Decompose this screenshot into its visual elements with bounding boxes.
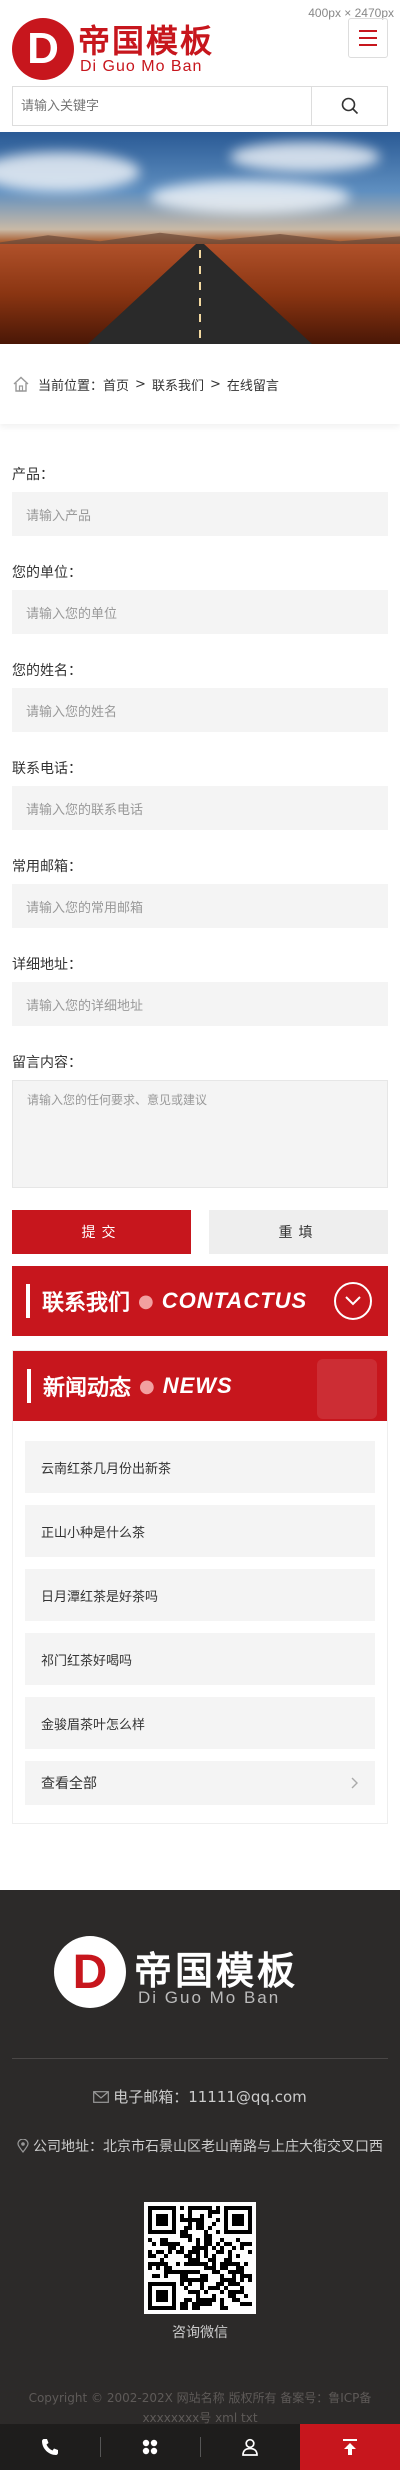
search-input[interactable]	[13, 87, 311, 125]
company-label: 您的单位：	[12, 565, 82, 581]
footer: D 帝国模板 Di Guo Mo Ban 电子邮箱：11111@qq.com 公…	[0, 1890, 400, 2444]
news-section-header: 新闻动态 ● NEWS	[13, 1351, 387, 1421]
qr-code-icon	[148, 2206, 252, 2310]
road-line	[199, 250, 201, 344]
chevron-down-icon	[345, 1296, 361, 1306]
news-item[interactable]: 云南红茶几月份出新茶	[25, 1441, 375, 1493]
cloud-shape	[0, 152, 140, 192]
tab-user[interactable]	[200, 2424, 300, 2470]
home-icon	[13, 376, 29, 392]
breadcrumb-separator: >	[135, 376, 146, 392]
cloud-shape	[150, 180, 350, 214]
menu-bar-icon	[359, 30, 377, 32]
menu-button[interactable]	[348, 18, 388, 58]
newspaper-icon	[317, 1359, 377, 1419]
search-icon	[341, 97, 358, 115]
back-to-top-button[interactable]	[300, 2424, 400, 2470]
copyright: Copyright © 2002-202X 网站名称 版权所有 备案号：鲁ICP…	[28, 2391, 372, 2425]
email-label: 常用邮箱：	[12, 859, 82, 875]
view-all-label: 查看全部	[41, 1776, 97, 1792]
banner-image	[0, 132, 400, 344]
news-item[interactable]: 金骏眉茶叶怎么样	[25, 1697, 375, 1749]
breadcrumb-home[interactable]: 首页	[103, 375, 129, 394]
location-icon	[17, 2138, 29, 2153]
title-dot: ●	[139, 1375, 155, 1397]
tab-phone[interactable]	[0, 2424, 100, 2470]
view-all-link[interactable]: 查看全部	[25, 1761, 375, 1805]
form-buttons: 提交 重填	[12, 1210, 388, 1254]
search-button[interactable]	[311, 87, 387, 125]
logo-letter: D	[27, 24, 59, 73]
arrow-up-icon	[343, 2439, 357, 2455]
wechat-qr-code	[144, 2202, 256, 2314]
chevron-right-icon	[351, 1777, 358, 1789]
logo-icon[interactable]: D	[12, 18, 74, 80]
product-input[interactable]: 请输入产品	[12, 492, 388, 536]
phone-icon	[42, 2439, 58, 2455]
breadcrumb-contact[interactable]: 联系我们	[152, 375, 204, 394]
logo-subtitle: Di Guo Mo Ban	[80, 58, 203, 75]
tab-categories[interactable]	[100, 2424, 200, 2470]
address-input[interactable]: 请输入您的详细地址	[12, 982, 388, 1026]
bar-marker	[26, 1284, 30, 1318]
footer-address: 公司地址：北京市石景山区老山南路与上庄大街交叉口西	[12, 2136, 388, 2158]
menu-bar-icon	[359, 37, 377, 39]
email-input[interactable]: 请输入您的常用邮箱	[12, 884, 388, 928]
news-title-en: NEWS	[162, 1373, 233, 1398]
breadcrumb-separator: >	[209, 376, 221, 392]
name-label: 您的姓名：	[12, 663, 82, 679]
footer-logo-icon: D	[54, 1936, 126, 2008]
submit-button[interactable]: 提交	[12, 1210, 191, 1254]
news-list: 云南红茶几月份出新茶 正山小种是什么茶 日月潭红茶是好茶吗 祁门红茶好喝吗 金骏…	[13, 1421, 387, 1823]
message-textarea[interactable]: 请输入您的任何要求、意见或建议	[12, 1080, 388, 1188]
footer-email: 电子邮箱：11111@qq.com	[0, 2086, 400, 2107]
address-label: 详细地址：	[12, 957, 82, 973]
news-section: 新闻动态 ● NEWS 云南红茶几月份出新茶 正山小种是什么茶 日月潭红茶是好茶…	[12, 1350, 388, 1824]
footer-logo-title: 帝国模板	[134, 1949, 299, 1993]
contact-title-cn: 联系我们	[42, 1291, 131, 1316]
news-item[interactable]: 正山小种是什么茶	[25, 1505, 375, 1557]
news-title-cn: 新闻动态	[43, 1376, 132, 1401]
bottom-tabbar	[0, 2424, 400, 2470]
header: D 帝国模板 Di Guo Mo Ban 400px × 2470px	[0, 0, 400, 86]
breadcrumb-current[interactable]: 在线留言	[227, 375, 279, 394]
footer-address-text: 公司地址：北京市石景山区老山南路与上庄大街交叉口西	[33, 2139, 383, 2155]
phone-label: 联系电话：	[12, 761, 82, 777]
company-input[interactable]: 请输入您的单位	[12, 590, 388, 634]
product-label: 产品：	[12, 467, 54, 483]
footer-divider	[12, 2058, 388, 2059]
news-item[interactable]: 祁门红茶好喝吗	[25, 1633, 375, 1685]
contact-title-en: CONTACTUS	[161, 1288, 308, 1313]
logo-title[interactable]: 帝国模板	[78, 16, 214, 62]
footer-logo-letter: D	[72, 1945, 108, 1999]
menu-bar-icon	[359, 44, 377, 46]
message-label: 留言内容：	[12, 1055, 82, 1071]
search-bar	[12, 86, 388, 126]
footer-email-text: 电子邮箱：11111@qq.com	[113, 2088, 307, 2106]
bar-marker	[27, 1369, 31, 1403]
breadcrumb: 当前位置： 首页 > 联系我们 > 在线留言	[0, 344, 400, 424]
grid-icon	[142, 2439, 158, 2455]
reset-button[interactable]: 重填	[209, 1210, 388, 1254]
mail-icon	[93, 2091, 110, 2103]
news-item[interactable]: 日月潭红茶是好茶吗	[25, 1569, 375, 1621]
message-form: 产品： 请输入产品 您的单位： 请输入您的单位 您的姓名： 请输入您的姓名 联系…	[0, 424, 400, 1254]
phone-input[interactable]: 请输入您的联系电话	[12, 786, 388, 830]
name-input[interactable]: 请输入您的姓名	[12, 688, 388, 732]
cloud-shape	[230, 142, 380, 172]
breadcrumb-prefix: 当前位置：	[38, 378, 104, 394]
title-dot: ●	[138, 1290, 154, 1312]
qr-label: 咨询微信	[172, 2325, 228, 2341]
expand-button[interactable]	[334, 1282, 372, 1320]
user-icon	[242, 2438, 258, 2456]
footer-logo-subtitle: Di Guo Mo Ban	[138, 1988, 281, 2007]
contact-section-header[interactable]: 联系我们 ● CONTACTUS	[12, 1266, 388, 1336]
